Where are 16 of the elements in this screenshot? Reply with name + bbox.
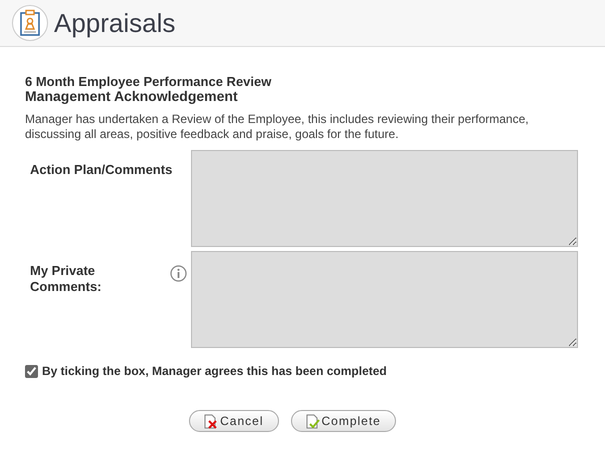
agreement-label: By ticking the box, Manager agrees this has been completed	[42, 364, 387, 378]
info-icon[interactable]	[170, 265, 187, 282]
document-check-icon	[306, 414, 320, 428]
comments-field[interactable]	[191, 251, 578, 348]
page-title: Appraisals	[54, 8, 176, 38]
form-title: 6 Month Employee Performance Review	[25, 74, 272, 89]
cancel-button[interactable]: Cancel	[189, 410, 278, 432]
field-label: My Private Comments:	[30, 263, 103, 295]
clipboard-icon	[12, 5, 48, 41]
complete-button[interactable]: Complete	[290, 410, 396, 432]
form-description: Manager has undertaken a Review of the Employee, this includes reviewing their performance, discussing all areas, positive feedback and praise, goals for the future.	[25, 112, 530, 142]
form-subtitle: Management Acknowledgement	[25, 89, 239, 104]
field-label: Action Plan/Comments	[30, 162, 172, 178]
document-delete-icon	[204, 414, 218, 428]
agreement-checkbox[interactable]	[25, 364, 38, 378]
comments-field[interactable]	[191, 150, 578, 247]
